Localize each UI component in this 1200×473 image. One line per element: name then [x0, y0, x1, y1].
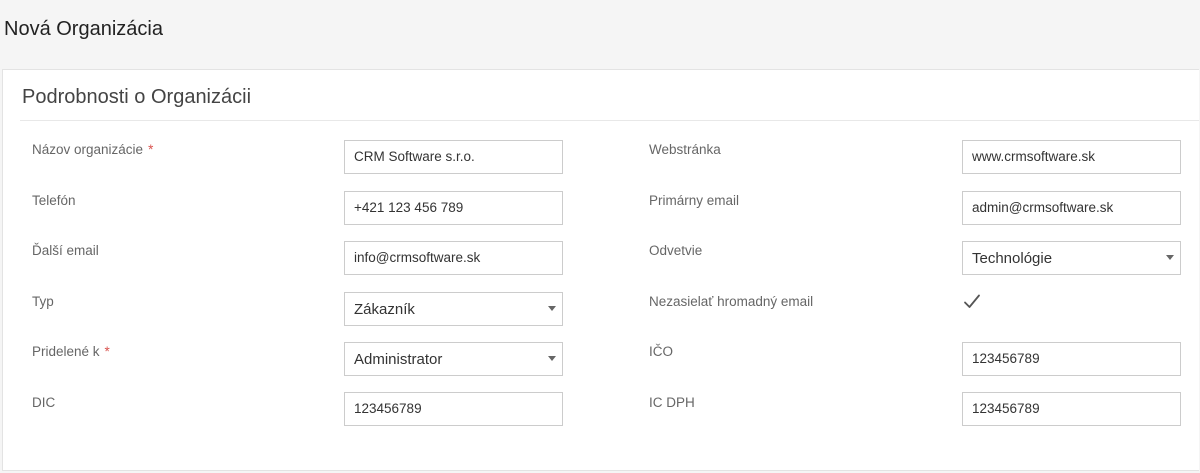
panel-title: Podrobnosti o Organizácii — [20, 70, 1199, 121]
assigned-to-select[interactable]: Administrator — [344, 342, 563, 376]
organization-name-input[interactable]: CRM Software s.r.o. — [344, 140, 563, 174]
assigned-to-selected-value: Administrator — [354, 351, 443, 368]
other-email-label: Ďalší email — [32, 243, 99, 258]
checkmark-icon — [964, 294, 980, 308]
ico-input[interactable]: 123456789 — [962, 342, 1181, 376]
industry-label: Odvetvie — [649, 243, 703, 258]
form-row-2: Telefón +421 123 456 789 Primárny email … — [3, 191, 1200, 225]
primary-email-label: Primárny email — [649, 193, 740, 208]
form-row-5: Pridelené k * Administrator IČO 123456789 — [3, 342, 1200, 376]
type-selected-value: Zákazník — [354, 301, 415, 318]
form-row-4: Typ Zákazník Nezasielať hromadný email — [3, 292, 1200, 326]
industry-select[interactable]: Technológie — [962, 241, 1181, 275]
page-title: Nová Organizácia — [4, 18, 163, 40]
caret-down-icon — [1166, 255, 1174, 260]
organization-name-label: Názov organizácie * — [32, 142, 154, 157]
assigned-to-label: Pridelené k * — [32, 344, 110, 359]
no-mass-email-label: Nezasielať hromadný email — [649, 294, 814, 309]
type-select[interactable]: Zákazník — [344, 292, 563, 326]
caret-down-icon — [548, 356, 556, 361]
type-label: Typ — [32, 294, 54, 309]
form-row-6: DIC 123456789 IC DPH 123456789 — [3, 392, 1200, 426]
phone-label: Telefón — [32, 193, 76, 208]
no-mass-email-checkbox[interactable] — [962, 292, 982, 312]
ic-dph-input[interactable]: 123456789 — [962, 392, 1181, 426]
form-row-1: Názov organizácie * CRM Software s.r.o. W… — [3, 140, 1200, 174]
form-row-3: Ďalší email info@crmsoftware.sk Odvetvie… — [3, 241, 1200, 275]
primary-email-input[interactable]: admin@crmsoftware.sk — [962, 191, 1181, 225]
caret-down-icon — [548, 306, 556, 311]
required-marker: * — [148, 142, 154, 157]
ic-dph-label: IC DPH — [649, 395, 695, 410]
industry-selected-value: Technológie — [972, 250, 1053, 267]
phone-input[interactable]: +421 123 456 789 — [344, 191, 563, 225]
required-marker: * — [104, 344, 110, 359]
organization-details-panel: Podrobnosti o Organizácii Názov organizá… — [2, 69, 1199, 471]
dic-label: DIC — [32, 395, 56, 410]
other-email-input[interactable]: info@crmsoftware.sk — [344, 241, 563, 275]
ico-label: IČO — [649, 344, 674, 359]
dic-input[interactable]: 123456789 — [344, 392, 563, 426]
website-label: Webstránka — [649, 142, 721, 157]
website-input[interactable]: www.crmsoftware.sk — [962, 140, 1181, 174]
